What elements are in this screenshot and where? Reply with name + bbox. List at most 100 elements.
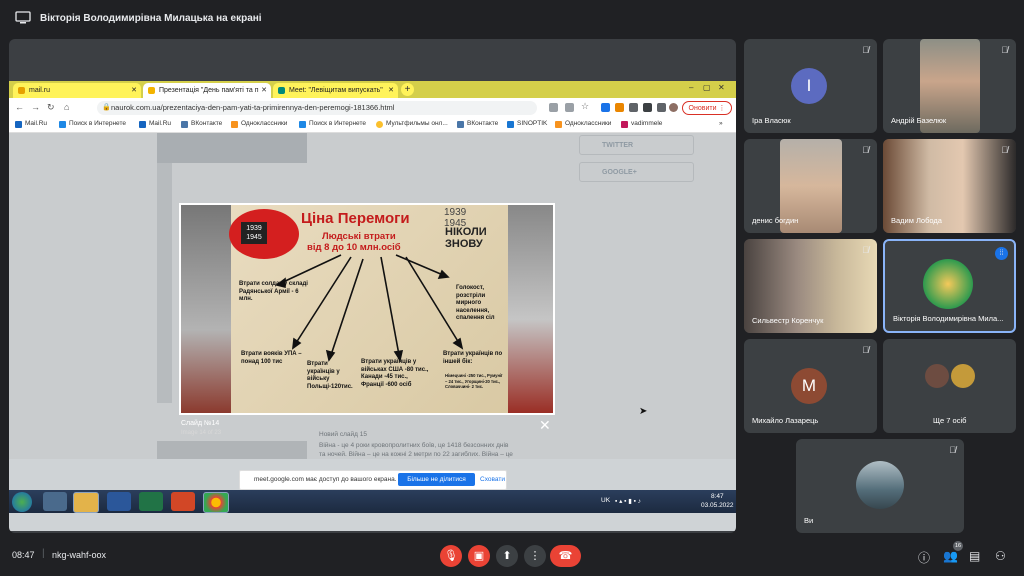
mic-off-icon: 🎙 (444, 550, 458, 562)
close-lightbox-icon[interactable]: ✕ (539, 417, 551, 434)
participant-tile[interactable]: 🎙̸ Андрій Базелюк (883, 39, 1016, 133)
clock-time: 8:47 (710, 493, 724, 500)
upa-loss-text: Втрати вояків УПА –понад 100 тис (241, 351, 302, 365)
star-icon[interactable]: ☆ (581, 101, 589, 112)
forward-icon[interactable]: → (31, 102, 40, 112)
windows-taskbar: UK ▪ ▴ ▪ ▮ ▪ ♪ 8:47 03.05.2022 (9, 490, 736, 513)
bookmark-label: ВКонтакте (191, 120, 223, 127)
language-indicator[interactable]: UK (601, 497, 610, 504)
bookmark-item[interactable]: SINOPTIK (507, 120, 548, 128)
page-image (157, 441, 307, 459)
extension-icon[interactable] (615, 103, 624, 112)
avatar (951, 364, 975, 388)
googleplus-button[interactable]: GOOGLE+ (579, 162, 694, 182)
speaking-indicator-icon: ⁞⁞ (995, 247, 1008, 260)
info-icon[interactable]: ⓘ (918, 549, 930, 566)
page-text-line: та ночей. Війна – це на кожні 2 метри по… (319, 451, 513, 458)
participant-tile-active[interactable]: ⁞⁞ Вікторія Володимирівна Мила... (883, 239, 1016, 333)
extension-icon[interactable] (601, 103, 610, 112)
bookmark-item[interactable]: Mail.Ru (139, 120, 171, 128)
close-icon[interactable]: ✕ (131, 83, 137, 98)
mic-toggle-button[interactable]: 🎙 (440, 545, 462, 567)
back-icon[interactable]: ← (15, 102, 24, 112)
bookmark-icon (15, 121, 22, 128)
leave-call-button[interactable]: ☎ (550, 545, 581, 567)
activities-icon[interactable]: ⚇ (995, 549, 1006, 563)
word-icon[interactable] (107, 492, 131, 511)
presentation-slide: 1939 1945 Ціна Перемоги Людські втрати ві… (179, 203, 555, 415)
bookmark-item[interactable]: Одноклассники (555, 120, 611, 128)
new-tab-button[interactable]: + (401, 83, 414, 96)
address-bar[interactable]: 🔒 naurok.com.ua/prezentaciya-den-pam-yat… (97, 101, 537, 115)
start-button-icon[interactable] (12, 492, 32, 512)
chat-icon[interactable]: ▤ (969, 549, 980, 563)
browser-tab-meet[interactable]: Meet: "Левіщитам випускать" ✕ (273, 83, 398, 98)
home-icon[interactable]: ⌂ (64, 102, 69, 112)
vk-icon (181, 121, 188, 128)
participant-tile[interactable]: М 🎙̸ Михайло Лазарець (744, 339, 877, 433)
translate-icon[interactable] (549, 103, 558, 112)
more-bookmarks-icon[interactable]: » (719, 120, 723, 127)
slide-counter: Image 14 of 23 (181, 430, 222, 436)
reading-list-icon[interactable] (643, 103, 652, 112)
reload-icon[interactable]: ↻ (47, 102, 55, 113)
participant-name: Вікторія Володимирівна Мила... (893, 314, 1004, 323)
self-tile[interactable]: 🎙̸ Ви (796, 439, 964, 533)
mic-off-icon: 🎙̸ (949, 445, 956, 455)
profile-avatar[interactable] (669, 103, 678, 112)
participant-tile[interactable]: 🎙̸ денис богдин (744, 139, 877, 233)
participant-name: денис богдин (752, 216, 799, 225)
sidebar-icon[interactable] (657, 103, 666, 112)
presenter-title: Вікторія Володимирівна Милацька на екран… (40, 13, 262, 24)
soldiers-loss-text: Втрати солдат у складі Радянської Армії … (239, 281, 308, 302)
more-participants-tile[interactable]: Ще 7 осіб (883, 339, 1016, 433)
meeting-code: nkg-wahf-oox (52, 550, 107, 560)
bookmark-item[interactable]: Одноклассники (231, 120, 287, 128)
bookmark-item[interactable]: ВКонтакте (457, 120, 498, 128)
tray-icons[interactable]: ▪ ▴ ▪ ▮ ▪ ♪ (615, 497, 641, 505)
avatar (925, 364, 949, 388)
bookmark-label: SINOPTIK (517, 120, 548, 127)
people-icon[interactable]: 👥 (943, 549, 958, 563)
browser-toolbar: ← → ↻ ⌂ 🔒 naurok.com.ua/prezentaciya-den… (9, 98, 736, 118)
hide-button[interactable]: Сховати (480, 476, 505, 483)
bookmark-item[interactable]: Поиск в Интернете (59, 120, 126, 128)
bookmark-item[interactable]: ВКонтакте (181, 120, 223, 128)
avatar: І (791, 68, 827, 104)
stop-sharing-button[interactable]: Більше не ділитися (398, 473, 475, 486)
excel-icon[interactable] (139, 492, 163, 511)
search-icon (59, 121, 66, 128)
camera-toggle-button[interactable]: ▣ (468, 545, 490, 567)
bookmark-item[interactable]: Mail.Ru (15, 120, 47, 128)
present-button[interactable]: ⬆ (496, 545, 518, 567)
top-bar: Вікторія Володимирівна Милацька на екран… (0, 0, 1024, 38)
meet-tab-icon (278, 87, 285, 94)
twitter-button[interactable]: TWITTER (579, 135, 694, 155)
close-icon[interactable]: ✕ (388, 83, 394, 98)
bookmark-icon (139, 121, 146, 128)
chrome-icon[interactable] (203, 492, 229, 513)
minimize-icon[interactable]: – (689, 83, 693, 92)
shared-screen: mail.ru ✕ Презентація "День пам'яті та п… (9, 81, 736, 531)
participant-tile[interactable]: І 🎙̸ Іра Власюк (744, 39, 877, 133)
browser-tab-presentation[interactable]: Презентація "День пам'яті та п ✕ (143, 83, 271, 98)
taskbar-app-icon[interactable] (43, 492, 67, 511)
more-options-button[interactable]: ⋮ (524, 545, 546, 567)
bookmark-item[interactable]: Мультфильмы онл... (376, 120, 448, 128)
taskbar-clock[interactable]: 8:47 03.05.2022 (701, 492, 734, 510)
maximize-icon[interactable]: ▢ (703, 83, 711, 92)
participant-tile[interactable]: 🎙̸ Сильвестр Коренчук (744, 239, 877, 333)
bookmark-item[interactable]: vadimmele (621, 120, 662, 128)
browser-tab-mail[interactable]: mail.ru ✕ (13, 83, 141, 98)
close-window-icon[interactable]: ✕ (718, 83, 725, 92)
allies-loss-text: Втрати українців у військах США -80 тис.… (361, 359, 429, 388)
powerpoint-icon[interactable] (171, 492, 195, 511)
close-icon[interactable]: ✕ (261, 83, 267, 98)
explorer-icon[interactable] (73, 492, 99, 513)
puzzle-icon[interactable] (629, 103, 638, 112)
bookmark-item[interactable]: Поиск в Интернете (299, 120, 366, 128)
share-page-icon[interactable] (565, 103, 574, 112)
participant-tile[interactable]: 🎙̸ Вадим Лобода (883, 139, 1016, 233)
update-button[interactable]: Оновити ⋮ (682, 101, 732, 115)
twitter-label: TWITTER (602, 142, 634, 149)
